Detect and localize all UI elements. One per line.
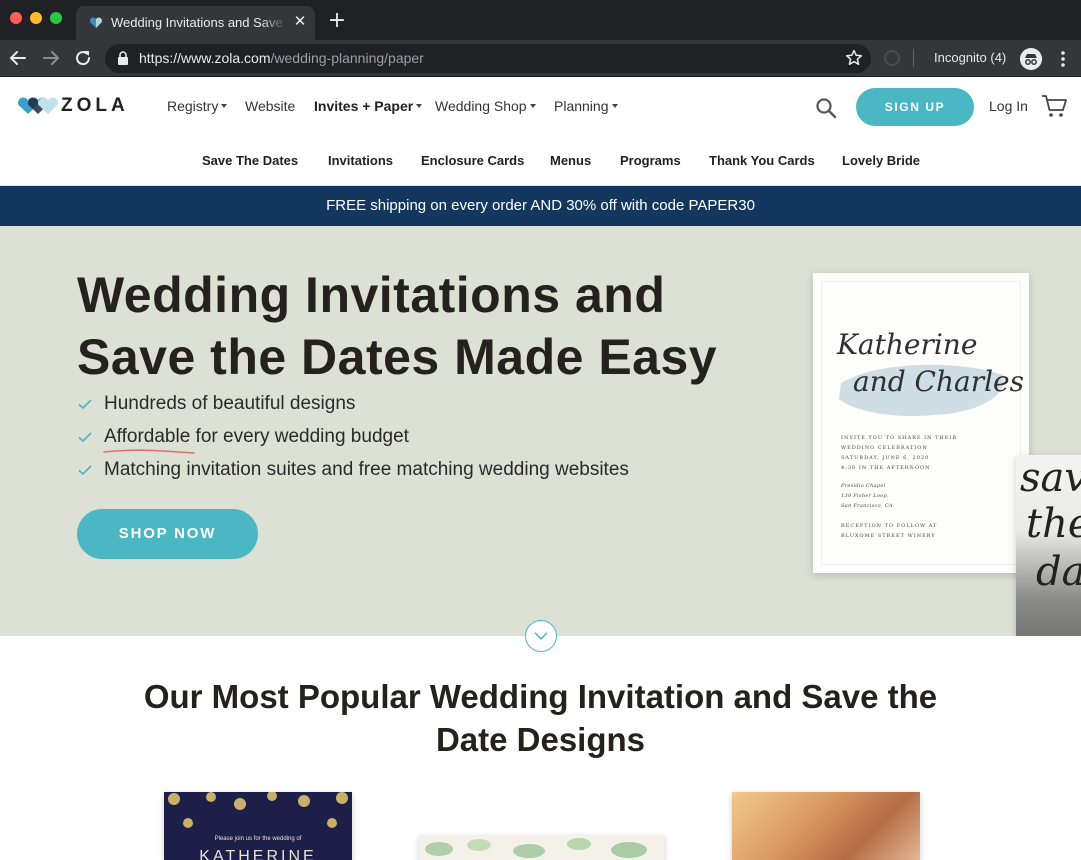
nav-label: Registry (167, 98, 219, 114)
sign-up-button[interactable]: SIGN UP (856, 88, 974, 126)
feature-text: for every wedding budget (190, 426, 409, 447)
thumbnail-text: Please join us for the wedding of (214, 836, 302, 842)
close-tab-icon[interactable]: ✕ (292, 13, 308, 31)
nav-label: Wedding Shop (435, 98, 527, 114)
address-bar[interactable]: https://www.zola.com/wedding-planning/pa… (105, 44, 871, 73)
invitation-line: RECEPTION TO FOLLOW AT (841, 523, 938, 529)
shopping-cart-icon[interactable] (1040, 93, 1068, 119)
browser-toolbar: https://www.zola.com/wedding-planning/pa… (0, 40, 1081, 77)
new-tab-icon[interactable]: + (326, 10, 348, 32)
thumbnail-name: KATHERINE (199, 848, 317, 860)
photo-card-text: the (1026, 501, 1081, 547)
check-icon (78, 465, 92, 476)
hearts-logo-icon (17, 97, 59, 114)
feature-bullet: Hundreds of beautiful designs (77, 392, 355, 416)
forward-arrow-icon[interactable] (40, 47, 62, 69)
nav-label: Website (245, 98, 296, 114)
invitation-line: 4:30 IN THE AFTERNOON (841, 465, 931, 471)
bookmark-star-icon[interactable] (844, 48, 864, 68)
subnav-thank-you-cards[interactable]: Thank You Cards (709, 153, 815, 168)
nav-wedding-shop[interactable]: Wedding Shop (435, 98, 536, 114)
nav-label: Invites + Paper (314, 98, 414, 114)
subnav-programs[interactable]: Programs (620, 153, 681, 168)
zola-logo[interactable]: ZOLA (17, 95, 129, 116)
section-title: Our Most Popular Wedding Invitation and … (80, 675, 1001, 761)
minimize-window-button[interactable] (30, 12, 42, 24)
scroll-down-chevron-icon[interactable] (525, 620, 557, 652)
subnav-invitations[interactable]: Invitations (328, 153, 393, 168)
back-arrow-icon[interactable] (7, 47, 29, 69)
browser-menu-icon[interactable] (1056, 49, 1070, 69)
save-the-date-sample-card[interactable]: sav the da (1016, 455, 1081, 636)
feature-bullet: Affordable for every wedding budget (77, 425, 409, 449)
invitation-line: Presidio Chapel (841, 483, 886, 489)
section-title-line: Date Designs (435, 721, 646, 758)
squiggle-underline (103, 449, 195, 454)
toolbar-divider (913, 49, 914, 67)
section-title-line: Our Most Popular Wedding Invitation and … (143, 678, 938, 715)
design-thumbnail[interactable]: Please join us for the wedding of KATHER… (164, 792, 352, 860)
invitation-line: WEDDING CELEBRATION (841, 445, 928, 451)
browser-tab-strip: Wedding Invitations and Save the Dates M… (0, 0, 1081, 40)
lock-icon (118, 51, 128, 65)
chevron-down-icon (529, 104, 536, 109)
nav-planning[interactable]: Planning (554, 98, 618, 114)
chevron-down-icon (611, 104, 618, 109)
hero-title-line: Save the Dates Made Easy (77, 329, 718, 385)
invitation-line: SATURDAY, JUNE 6, 2020 (841, 455, 930, 461)
subnav-enclosure-cards[interactable]: Enclosure Cards (421, 153, 524, 168)
reload-icon[interactable] (72, 47, 94, 69)
url-path: /wedding-planning/paper (270, 50, 424, 66)
close-window-button[interactable] (10, 12, 22, 24)
feature-text: Matching invitation suites and free matc… (104, 459, 629, 480)
search-icon[interactable] (815, 97, 837, 119)
chevron-down-icon (221, 104, 228, 109)
extension-icon[interactable] (884, 50, 900, 66)
nav-registry[interactable]: Registry (167, 98, 228, 114)
maximize-window-button[interactable] (50, 12, 62, 24)
zola-favicon-icon (89, 17, 103, 28)
nav-website[interactable]: Website (245, 98, 295, 114)
photo-card-text: da (1036, 549, 1081, 595)
invitation-line: INVITE YOU TO SHARE IN THEIR (841, 435, 958, 441)
tab-title: Wedding Invitations and Save the Dates M… (111, 15, 287, 30)
design-thumbnail[interactable] (732, 792, 920, 860)
chevron-down-icon (416, 104, 423, 109)
feature-highlight: Affordable (104, 426, 191, 447)
floral-pattern (425, 838, 647, 858)
shop-now-button[interactable]: SHOP NOW (77, 509, 258, 559)
hero-section: Wedding Invitations and Save the Dates M… (0, 226, 1081, 636)
invitation-name-2: and Charles (853, 365, 1024, 398)
site-header: ZOLA Registry Website Invites + Paper We… (0, 78, 1081, 186)
subnav-save-the-dates[interactable]: Save The Dates (202, 153, 298, 168)
hero-title: Wedding Invitations and Save the Dates M… (77, 264, 797, 388)
design-thumbnail[interactable] (419, 835, 664, 860)
url-text: https://www.zola.com/wedding-planning/pa… (139, 50, 424, 66)
subnav-lovely-bride[interactable]: Lovely Bride (842, 153, 920, 168)
url-domain: https://www.zola.com (139, 50, 271, 66)
invitation-line: San Francisco, CA (841, 503, 893, 509)
feature-text: Hundreds of beautiful designs (104, 393, 356, 414)
promo-banner[interactable]: FREE shipping on every order AND 30% off… (0, 186, 1081, 226)
invitation-sample-card[interactable]: Katherine and Charles INVITE YOU TO SHAR… (813, 273, 1029, 573)
invitation-line: 130 Fisher Loop, (841, 493, 889, 499)
invitation-line: BLUXOME STREET WINERY (841, 533, 936, 539)
incognito-icon[interactable] (1020, 48, 1042, 70)
log-in-link[interactable]: Log In (989, 98, 1028, 114)
invitation-name-1: Katherine (837, 328, 978, 361)
subnav-menus[interactable]: Menus (550, 153, 591, 168)
photo-card-text: sav (1020, 455, 1081, 501)
feature-bullet: Matching invitation suites and free matc… (77, 458, 629, 482)
browser-tab[interactable]: Wedding Invitations and Save the Dates M… (76, 6, 315, 40)
hero-title-line: Wedding Invitations and (77, 267, 666, 323)
logo-text: ZOLA (61, 95, 129, 116)
incognito-label[interactable]: Incognito (4) (934, 50, 1006, 65)
nav-invites-paper[interactable]: Invites + Paper (314, 98, 423, 114)
check-icon (78, 399, 92, 410)
nav-label: Planning (554, 98, 609, 114)
check-icon (78, 432, 92, 443)
